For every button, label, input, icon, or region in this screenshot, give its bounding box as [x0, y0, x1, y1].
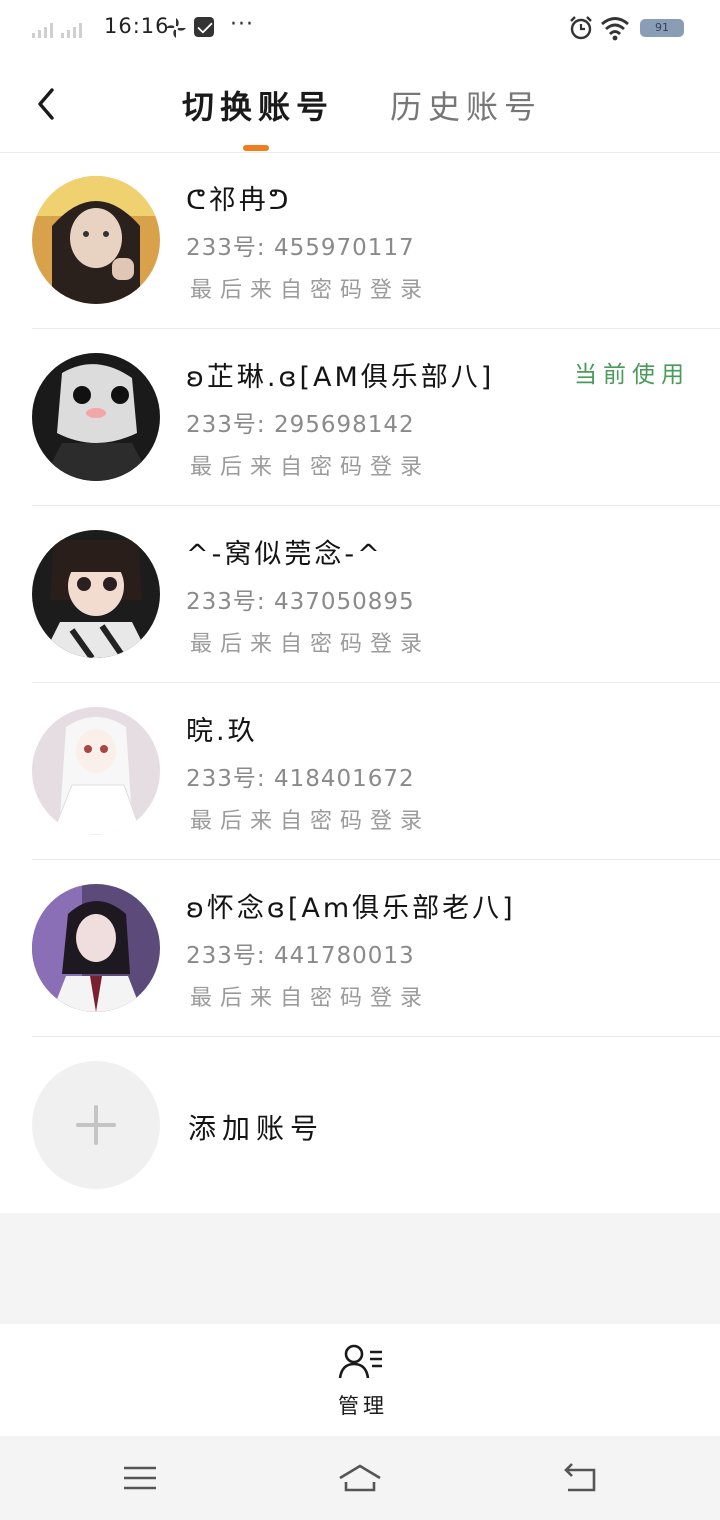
battery-icon: 91	[640, 19, 684, 37]
manage-user-icon[interactable]	[338, 1342, 384, 1382]
header: 切换账号 历史账号	[0, 58, 720, 153]
add-account-label: 添加账号	[188, 1112, 325, 1145]
account-list: ᕦ祁冉ᕤ 233号: 455970117 最后来自密码登录 ʚ芷琳.ɞ[AM俱乐…	[0, 152, 720, 1037]
account-row[interactable]: 晥.玖 233号: 418401672 最后来自密码登录	[0, 683, 720, 860]
manage-label[interactable]: 管理	[338, 1390, 388, 1420]
account-name: ᕦ祁冉ᕤ	[186, 185, 292, 216]
avatar	[32, 176, 160, 304]
mail-icon	[194, 17, 214, 37]
account-row[interactable]: ^-窝似莞念-^ 233号: 437050895 最后来自密码登录	[0, 506, 720, 683]
account-row[interactable]: ʚ芷琳.ɞ[AM俱乐部八] 当前使用 233号: 295698142 最后来自密…	[0, 329, 720, 506]
menu-icon[interactable]	[118, 1456, 162, 1500]
account-name: ʚ芷琳.ɞ[AM俱乐部八]	[186, 362, 495, 393]
account-name: 晥.玖	[186, 716, 258, 747]
spacer	[0, 1213, 720, 1324]
bottom-bar: 管理	[0, 1324, 720, 1436]
alarm-icon	[570, 16, 592, 40]
tab-history-account[interactable]: 历史账号	[390, 82, 542, 128]
account-name: ^-窝似莞念-^	[186, 539, 383, 570]
account-login-method: 最后来自密码登录	[190, 986, 431, 1011]
wifi-icon	[601, 17, 629, 41]
account-row[interactable]: ᕦ祁冉ᕤ 233号: 455970117 最后来自密码登录	[0, 152, 720, 329]
account-id: 233号: 441780013	[186, 943, 415, 969]
avatar	[32, 884, 160, 1012]
account-login-method: 最后来自密码登录	[190, 278, 431, 303]
account-row[interactable]: ʚ怀念ɞ[Am俱乐部老八] 233号: 441780013 最后来自密码登录	[0, 860, 720, 1037]
account-id: 233号: 295698142	[186, 412, 415, 438]
status-time: 16:16	[104, 14, 170, 38]
avatar	[32, 530, 160, 658]
back-arrow-icon[interactable]	[28, 84, 68, 124]
active-tab-indicator	[243, 145, 269, 151]
account-id: 233号: 418401672	[186, 766, 415, 792]
account-id: 233号: 455970117	[186, 235, 415, 261]
current-account-badge: 当前使用	[574, 362, 690, 388]
signal-icon	[32, 22, 82, 38]
add-account-row[interactable]: 添加账号	[0, 1037, 720, 1213]
avatar	[32, 707, 160, 835]
add-icon[interactable]	[32, 1061, 160, 1189]
avatar	[32, 353, 160, 481]
account-login-method: 最后来自密码登录	[190, 809, 431, 834]
status-bar: 16:16 ··· 91	[0, 0, 720, 58]
pinwheel-icon	[166, 18, 186, 38]
account-login-method: 最后来自密码登录	[190, 632, 431, 657]
more-notifications-icon: ···	[230, 12, 254, 37]
home-icon[interactable]	[338, 1456, 382, 1500]
back-nav-icon[interactable]	[558, 1456, 602, 1500]
account-id: 233号: 437050895	[186, 589, 415, 615]
account-name: ʚ怀念ɞ[Am俱乐部老八]	[186, 893, 516, 924]
account-login-method: 最后来自密码登录	[190, 455, 431, 480]
system-nav-bar	[0, 1436, 720, 1520]
tab-switch-account[interactable]: 切换账号	[182, 82, 334, 128]
